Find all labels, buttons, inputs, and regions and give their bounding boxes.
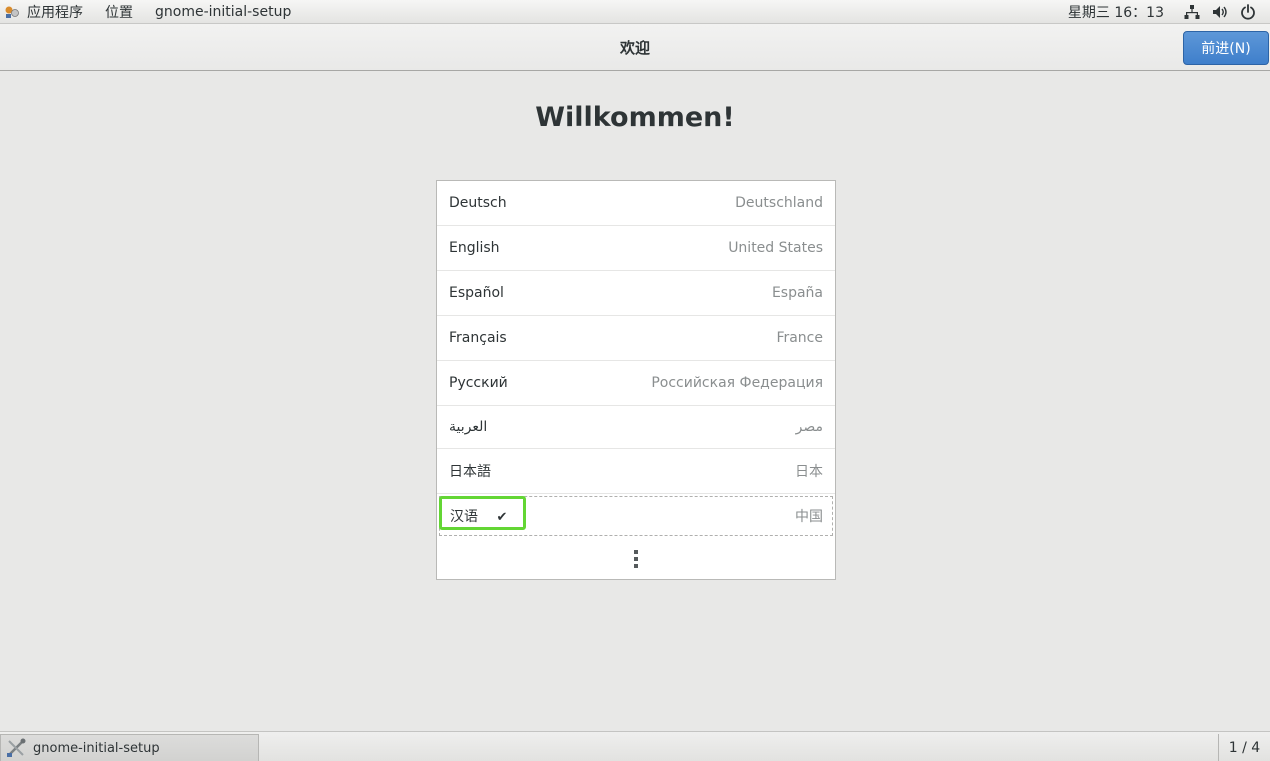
language-region: Deutschland [735,195,823,211]
power-icon[interactable] [1234,0,1262,24]
applications-icon [4,4,22,20]
language-row-english[interactable]: English United States [437,226,835,271]
top-panel-right: 星期三 16：13 [1054,0,1270,23]
language-region: 日本 [795,464,823,480]
places-menu[interactable]: 位置 [94,0,144,23]
setup-tools-icon [6,738,28,758]
app-menu-label: gnome-initial-setup [155,3,292,20]
language-row-russian[interactable]: Русский Российская Федерация [437,361,835,406]
language-row-francais[interactable]: Français France [437,316,835,361]
applications-label: 应用程序 [27,4,83,21]
workspace-indicator[interactable]: 1 / 4 [1218,734,1270,761]
language-region: مصر [795,419,823,435]
vertical-ellipsis-icon [634,549,638,568]
page-title: 欢迎 [619,39,650,57]
selection-highlight [439,496,526,530]
welcome-heading: Willkommen! [535,102,735,133]
next-button[interactable]: 前进(N) [1183,31,1269,65]
language-row-espanol[interactable]: Español España [437,271,835,316]
top-panel-left: 应用程序 位置 gnome-initial-setup [0,0,302,23]
language-row-deutsch[interactable]: Deutsch Deutschland [437,181,835,226]
language-region: France [776,330,823,346]
taskbar-window-label: gnome-initial-setup [33,740,160,756]
language-name: Deutsch [449,195,507,211]
taskbar-window-button[interactable]: gnome-initial-setup [0,734,259,761]
bottom-taskbar: gnome-initial-setup 1 / 4 [0,731,1270,761]
app-menu[interactable]: gnome-initial-setup [144,0,302,23]
top-panel: 应用程序 位置 gnome-initial-setup 星期三 16：13 [0,0,1270,24]
language-list: Deutsch Deutschland English United State… [436,180,836,580]
language-region: Российская Федерация [651,375,823,391]
language-region: España [771,285,823,301]
header-bar: 欢迎 前进(N) [0,24,1270,71]
volume-icon[interactable] [1206,0,1234,24]
language-name: العربية [449,419,488,435]
language-row-japanese[interactable]: 日本語 日本 [437,449,835,494]
language-name: 日本語 [449,464,491,480]
more-languages-button[interactable] [437,538,835,579]
language-name: Русский [449,375,508,391]
places-label: 位置 [105,4,133,21]
language-row-arabic[interactable]: العربية مصر [437,406,835,449]
language-name: Español [449,285,504,301]
language-name: English [449,240,500,256]
language-name: Français [449,330,507,346]
network-icon[interactable] [1178,0,1206,24]
language-region: 中国 [795,509,823,525]
clock[interactable]: 星期三 16：13 [1054,2,1178,22]
language-region: United States [728,240,823,256]
applications-menu[interactable]: 应用程序 [0,0,94,23]
